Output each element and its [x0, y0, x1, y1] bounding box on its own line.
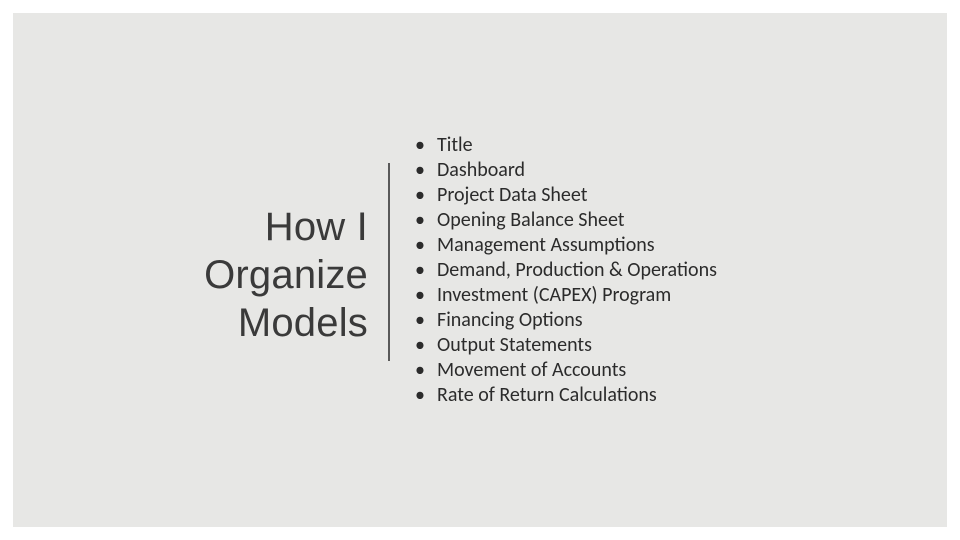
slide-canvas: How I Organize Models Title Dashboard Pr…: [0, 0, 960, 540]
list-item: Project Data Sheet: [411, 183, 891, 208]
list-item-text: Financing Options: [437, 308, 583, 332]
list-item: Investment (CAPEX) Program: [411, 283, 891, 308]
list-item: Rate of Return Calculations: [411, 383, 891, 408]
list-item-text: Demand, Production & Operations: [437, 258, 717, 282]
list-item-text: Project Data Sheet: [437, 183, 587, 207]
list-item: Opening Balance Sheet: [411, 208, 891, 233]
list-item-text: Opening Balance Sheet: [437, 208, 625, 232]
list-item-text: Rate of Return Calculations: [437, 383, 657, 407]
slide-title: How I Organize Models: [13, 203, 368, 347]
list-item-text: Investment (CAPEX) Program: [437, 283, 671, 307]
list-item-text: Output Statements: [437, 333, 592, 357]
list-item: Financing Options: [411, 308, 891, 333]
title-line-2: Organize: [13, 251, 368, 299]
list-item-text: Management Assumptions: [437, 233, 655, 257]
list-item: Output Statements: [411, 333, 891, 358]
list-item: Dashboard: [411, 158, 891, 183]
list-item-text: Dashboard: [437, 158, 525, 182]
vertical-divider: [388, 163, 390, 361]
bullet-list: Title Dashboard Project Data Sheet Openi…: [411, 133, 891, 408]
list-item: Demand, Production & Operations: [411, 258, 891, 283]
title-line-3: Models: [13, 299, 368, 347]
title-line-1: How I: [13, 203, 368, 251]
list-item: Movement of Accounts: [411, 358, 891, 383]
list-item: Management Assumptions: [411, 233, 891, 258]
list-item: Title: [411, 133, 891, 158]
list-item-text: Title: [437, 133, 473, 157]
slide-background: How I Organize Models Title Dashboard Pr…: [13, 13, 947, 527]
list-item-text: Movement of Accounts: [437, 358, 626, 382]
